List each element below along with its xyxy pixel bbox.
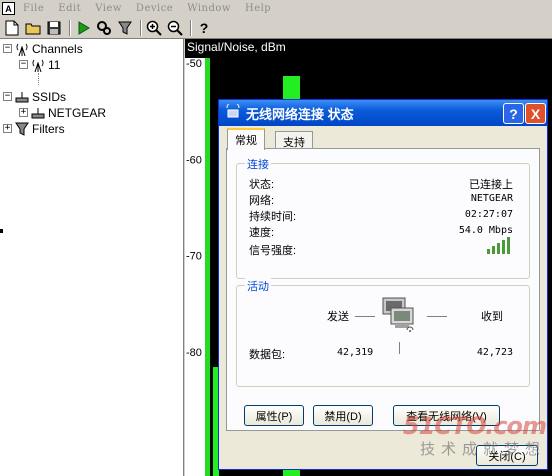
tree-label-ssids: SSIDs	[32, 89, 67, 104]
settings-icon[interactable]	[95, 19, 113, 37]
dialog-title: 无线网络连接 状态	[246, 106, 354, 122]
collapse-icon[interactable]: −	[19, 60, 28, 69]
tree-connector	[38, 73, 39, 85]
collapse-icon[interactable]: −	[3, 44, 12, 53]
tree-panel: − Channels − 11 − SSIDs + NETGEAR + Filt…	[0, 39, 184, 476]
save-icon[interactable]	[45, 19, 63, 37]
speed-label: 速度:	[249, 227, 275, 239]
filter-icon[interactable]	[116, 19, 134, 37]
close-window-button[interactable]: X	[525, 103, 546, 124]
dialog-titlebar[interactable]: 无线网络连接 状态 ? X	[219, 100, 547, 126]
close-button[interactable]: 关闭(C)	[476, 445, 538, 466]
tab-panel-general: 连接 状态: 已连接上 网络: NETGEAR 持续时间: 02:27:07 速…	[226, 148, 540, 431]
wireless-connection-icon	[225, 101, 241, 123]
zoom-in-icon[interactable]	[145, 19, 163, 37]
status-label: 状态:	[249, 179, 275, 191]
network-computers-icon	[381, 296, 417, 339]
antenna-icon	[15, 42, 29, 56]
menu-device[interactable]: Device	[136, 3, 173, 14]
signal-bars-icon	[487, 236, 513, 257]
play-icon[interactable]	[74, 19, 92, 37]
y-axis-strip	[185, 58, 205, 476]
y-tick-label: -70	[186, 251, 202, 263]
activity-divider	[399, 342, 400, 354]
y-tick-label: -50	[186, 58, 202, 70]
y-tick-label: -80	[186, 347, 202, 359]
disable-button[interactable]: 禁用(D)	[313, 405, 373, 426]
tree-label-channel-11: 11	[48, 57, 61, 72]
y-axis-green-strip	[205, 58, 210, 476]
received-label: 收到	[481, 311, 503, 323]
tab-general[interactable]: 常规	[227, 128, 265, 150]
packets-received-value: 42,723	[476, 347, 513, 358]
duration-label: 持续时间:	[249, 211, 297, 223]
zoom-out-icon[interactable]	[166, 19, 184, 37]
chart-title: Signal/Noise, dBm	[187, 40, 286, 54]
menu-edit[interactable]: Edit	[58, 3, 81, 14]
network-value: NETGEAR	[470, 193, 513, 204]
received-line	[427, 316, 447, 317]
activity-group-title: 活动	[245, 278, 271, 294]
tree-label-channels: Channels	[32, 41, 83, 56]
expand-icon[interactable]: +	[3, 124, 12, 133]
help-icon[interactable]: ?	[195, 19, 213, 37]
menu-bar: A File Edit View Device Window Help	[0, 0, 552, 17]
expand-icon[interactable]: +	[19, 108, 28, 117]
menu-file[interactable]: File	[23, 3, 44, 14]
tree-label-filters: Filters	[32, 121, 65, 136]
toolbar-separator	[69, 19, 71, 36]
filter-icon	[15, 122, 29, 136]
menu-window[interactable]: Window	[187, 3, 231, 14]
connection-group: 连接 状态: 已连接上 网络: NETGEAR 持续时间: 02:27:07 速…	[236, 156, 530, 279]
duration-value: 02:27:07	[464, 209, 513, 220]
tree-item-ssids[interactable]: − SSIDs	[3, 89, 66, 104]
sent-label: 发送	[327, 311, 349, 323]
activity-group: 活动 发送 收到 数据包: 42,319 42,723	[236, 278, 530, 387]
help-button[interactable]: ?	[503, 103, 524, 124]
new-file-icon[interactable]	[3, 19, 21, 37]
properties-button[interactable]: 属性(P)	[244, 405, 304, 426]
open-folder-icon[interactable]	[24, 19, 42, 37]
speed-value: 54.0 Mbps	[458, 225, 513, 236]
y-tick-label: -60	[186, 154, 202, 166]
collapse-icon[interactable]: −	[3, 92, 12, 101]
splitter-grip	[0, 229, 3, 233]
wireless-status-dialog: 无线网络连接 状态 ? X 常规 支持 连接 状态: 已连接上 网络: NETG…	[218, 99, 548, 470]
status-value: 已连接上	[469, 178, 513, 191]
menu-view[interactable]: View	[95, 3, 122, 14]
tree-item-channel-11[interactable]: − 11	[19, 57, 60, 72]
network-label: 网络:	[249, 195, 275, 207]
toolbar-separator	[190, 19, 192, 36]
access-point-icon	[15, 90, 29, 104]
tree-item-filters[interactable]: + Filters	[3, 121, 65, 136]
tree-item-channels[interactable]: − Channels	[3, 41, 83, 56]
antenna-icon	[31, 58, 45, 72]
pulse-icon[interactable]: A	[2, 2, 15, 15]
menu-help[interactable]: Help	[245, 3, 271, 14]
packets-label: 数据包:	[249, 349, 286, 361]
sent-line	[355, 316, 375, 317]
toolbar-separator	[140, 19, 142, 36]
connection-group-title: 连接	[245, 156, 271, 172]
tree-label-netgear: NETGEAR	[48, 105, 107, 120]
packets-sent-value: 42,319	[337, 347, 374, 358]
toolbar: ?	[0, 17, 552, 39]
access-point-icon	[31, 106, 45, 120]
view-wireless-networks-button[interactable]: 查看无线网络(V)	[393, 405, 500, 426]
tree-item-netgear[interactable]: + NETGEAR	[19, 105, 106, 120]
signal-strength-label: 信号强度:	[249, 245, 297, 257]
